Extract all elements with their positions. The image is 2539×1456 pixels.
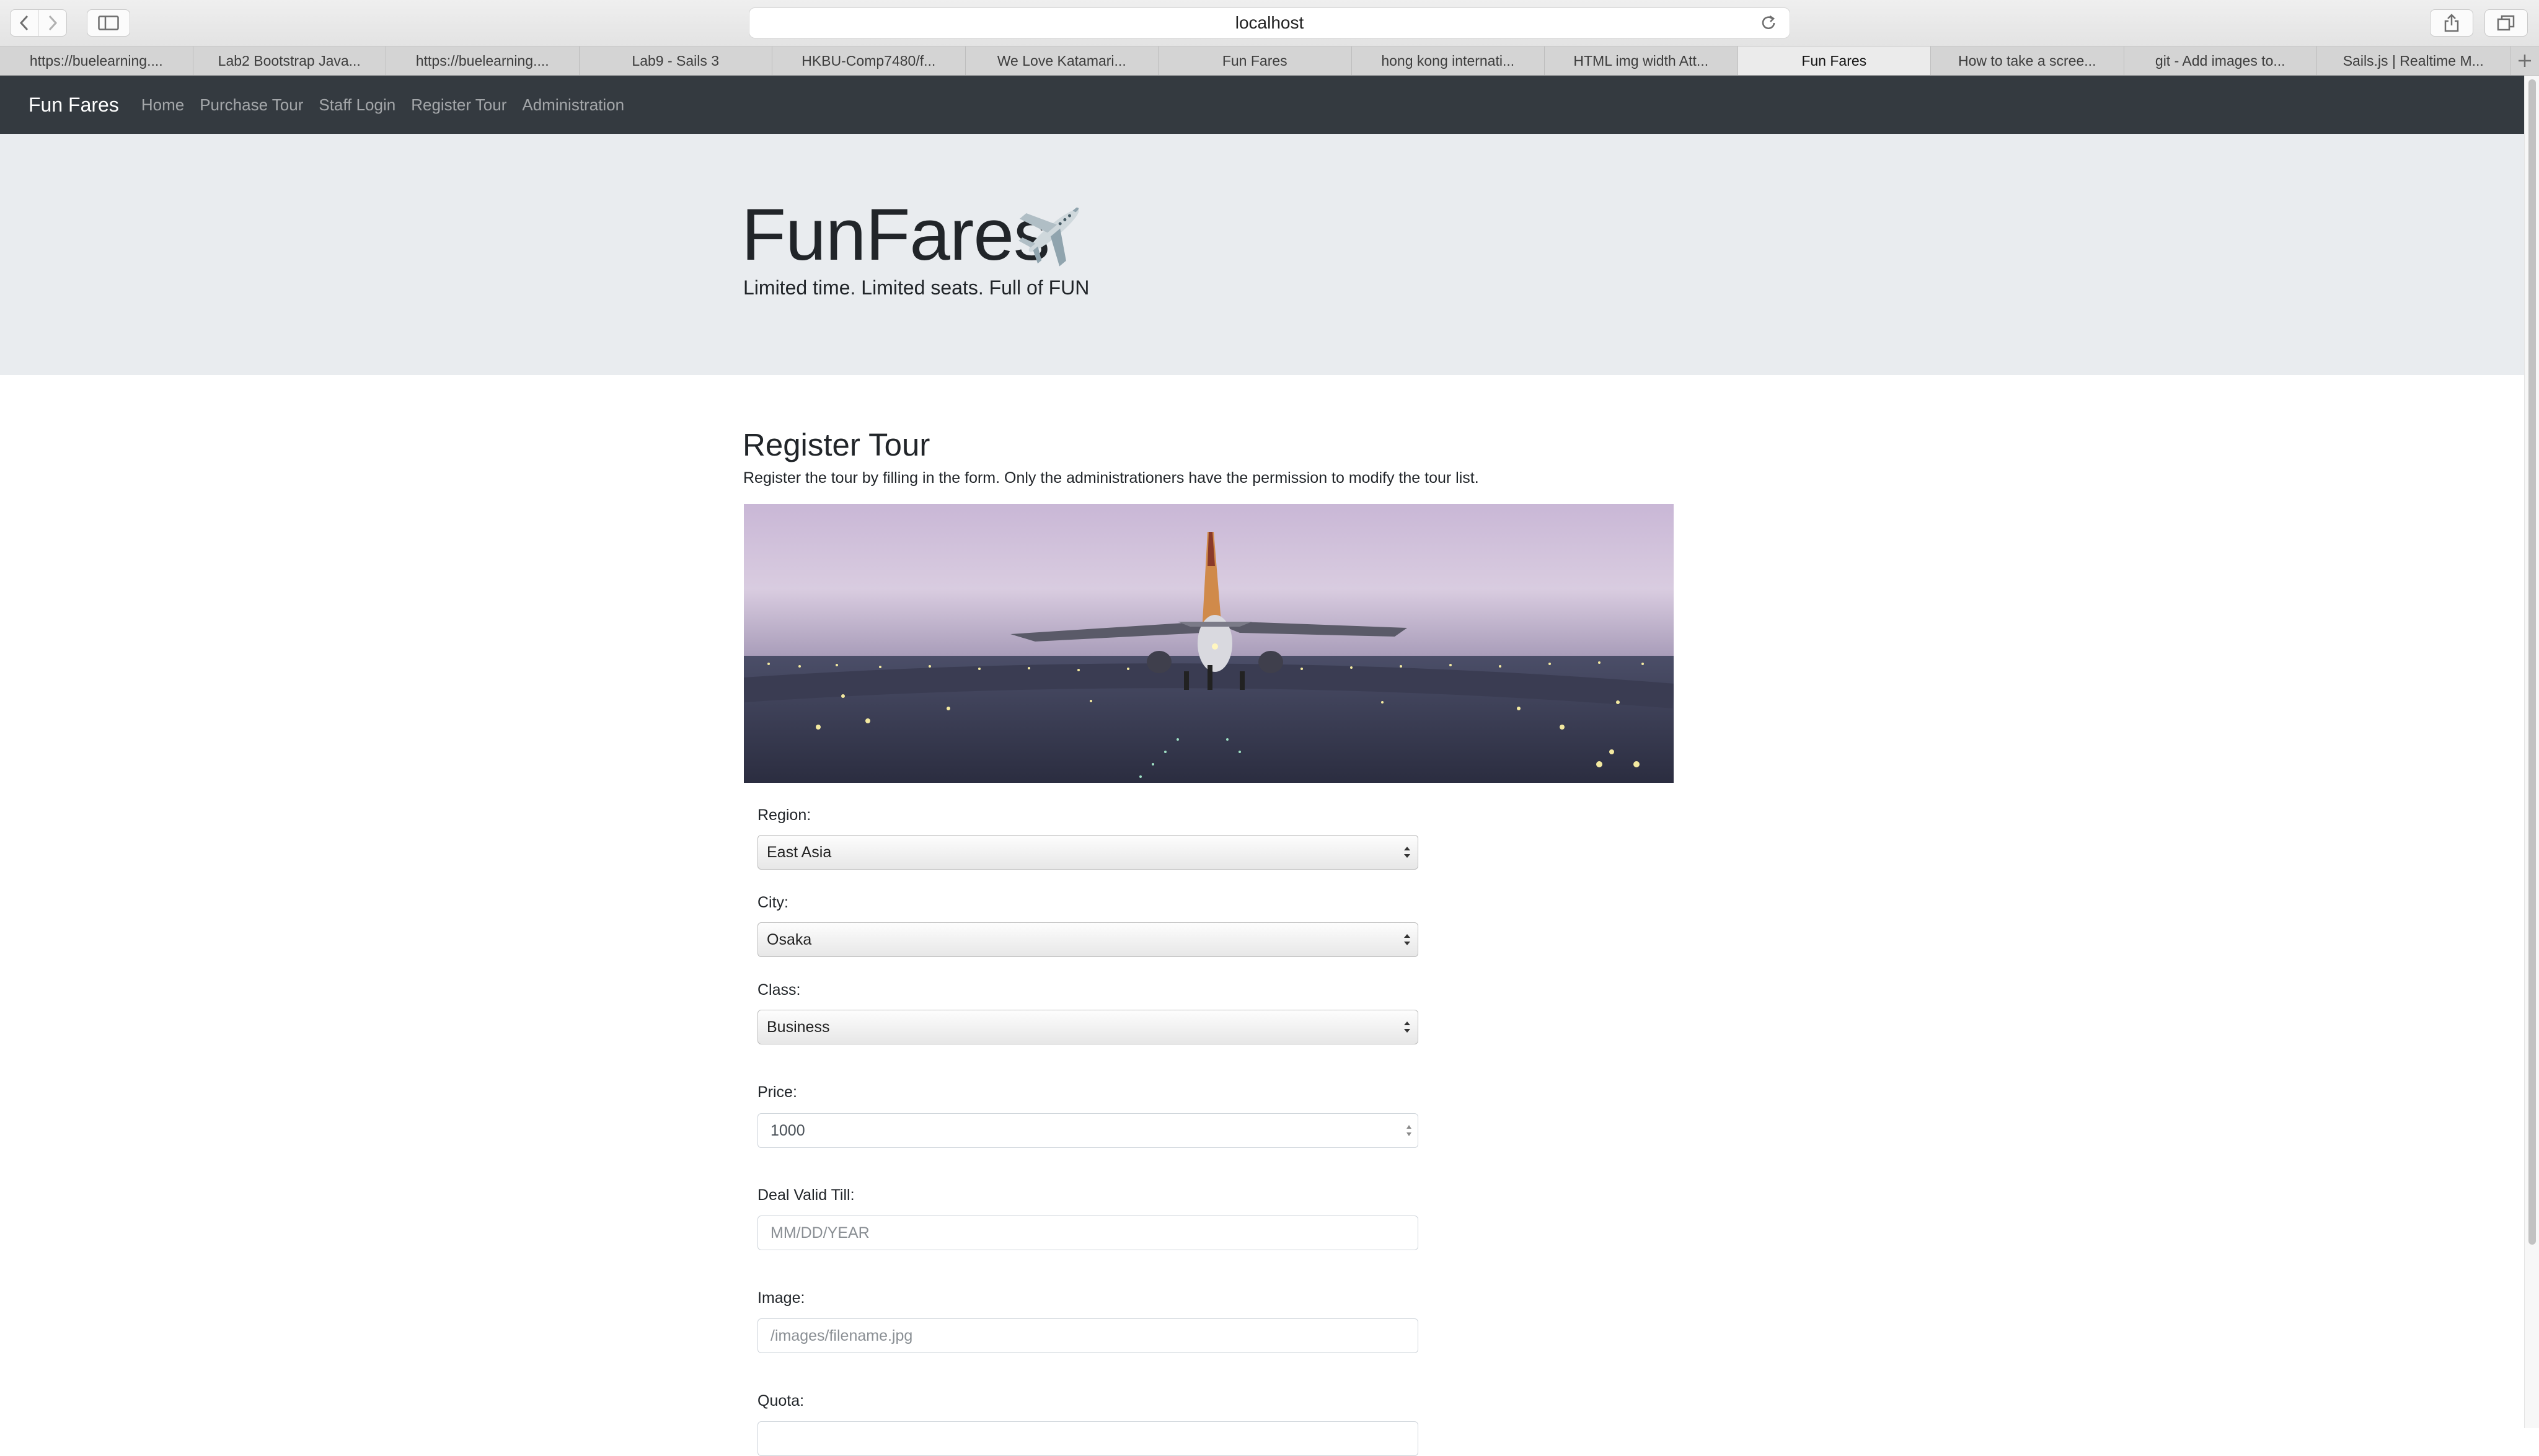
tab-label: git - Add images to... bbox=[2155, 53, 2285, 69]
city-select[interactable]: Osaka bbox=[757, 922, 1418, 957]
city-label: City: bbox=[757, 894, 788, 912]
tab-label: Fun Fares bbox=[1801, 53, 1866, 69]
region-label: Region: bbox=[757, 806, 811, 824]
class-select[interactable]: Business bbox=[757, 1010, 1418, 1044]
address-bar[interactable]: localhost bbox=[749, 7, 1790, 38]
forward-button[interactable] bbox=[38, 9, 67, 37]
tab-label: Sails.js | Realtime M... bbox=[2343, 53, 2484, 69]
select-arrows-icon bbox=[1403, 1019, 1411, 1035]
nav-link-staff-login[interactable]: Staff Login bbox=[319, 95, 395, 115]
site-navbar: Fun Fares Home Purchase Tour Staff Login… bbox=[0, 76, 2524, 134]
browser-toolbar: localhost bbox=[0, 0, 2539, 46]
page-title: Register Tour bbox=[743, 426, 930, 463]
page-scrollbar[interactable] bbox=[2524, 76, 2539, 1428]
tab-label: hong kong internati... bbox=[1381, 53, 1514, 69]
tab-label: We Love Katamari... bbox=[997, 53, 1126, 69]
browser-tab[interactable]: https://buelearning.... bbox=[0, 46, 193, 75]
new-tab-button[interactable] bbox=[2510, 46, 2539, 75]
quota-input[interactable] bbox=[757, 1421, 1418, 1456]
tab-label: Fun Fares bbox=[1222, 53, 1287, 69]
browser-tab-active[interactable]: Fun Fares bbox=[1738, 46, 1932, 75]
browser-tab[interactable]: How to take a scree... bbox=[1931, 46, 2124, 75]
image-path-placeholder: /images/filename.jpg bbox=[771, 1327, 912, 1345]
nav-link-administration[interactable]: Administration bbox=[522, 95, 624, 115]
jumbotron: FunFares Limited time. Limited seats. Fu… bbox=[0, 134, 2524, 375]
browser-tab[interactable]: https://buelearning.... bbox=[386, 46, 580, 75]
image-path-input[interactable]: /images/filename.jpg bbox=[757, 1318, 1418, 1353]
nav-link-register-tour[interactable]: Register Tour bbox=[411, 95, 506, 115]
browser-tab[interactable]: We Love Katamari... bbox=[966, 46, 1159, 75]
airplane-icon bbox=[1017, 193, 1091, 268]
back-button[interactable] bbox=[10, 9, 38, 37]
hero-subtitle: Limited time. Limited seats. Full of FUN bbox=[743, 276, 1089, 299]
tabs-overview-button[interactable] bbox=[2484, 9, 2528, 37]
nav-link-purchase-tour[interactable]: Purchase Tour bbox=[200, 95, 303, 115]
share-icon bbox=[2443, 13, 2460, 33]
back-arrow-icon bbox=[18, 14, 30, 32]
tab-bar: https://buelearning.... Lab2 Bootstrap J… bbox=[0, 46, 2539, 76]
class-label: Class: bbox=[757, 981, 800, 999]
tab-label: https://buelearning.... bbox=[30, 53, 163, 69]
number-spinner-icon[interactable] bbox=[1405, 1121, 1413, 1140]
city-value: Osaka bbox=[767, 931, 811, 949]
deal-valid-till-input[interactable]: MM/DD/YEAR bbox=[757, 1216, 1418, 1250]
tab-label: HTML img width Att... bbox=[1573, 53, 1708, 69]
browser-tab[interactable]: Sails.js | Realtime M... bbox=[2317, 46, 2510, 75]
nav-link-home[interactable]: Home bbox=[141, 95, 184, 115]
reload-icon[interactable] bbox=[1759, 13, 1778, 33]
tabs-overview-icon bbox=[2497, 14, 2515, 32]
sidebar-button[interactable] bbox=[87, 9, 130, 37]
address-text: localhost bbox=[1235, 13, 1304, 33]
browser-tab[interactable]: HTML img width Att... bbox=[1545, 46, 1738, 75]
price-input[interactable]: 1000 bbox=[757, 1113, 1418, 1148]
tab-label: https://buelearning.... bbox=[416, 53, 549, 69]
select-arrows-icon bbox=[1403, 932, 1411, 948]
quota-label: Quota: bbox=[757, 1392, 804, 1410]
hero-title: FunFares bbox=[741, 193, 1049, 277]
navbar-brand[interactable]: Fun Fares bbox=[29, 94, 119, 117]
browser-tab[interactable]: git - Add images to... bbox=[2124, 46, 2318, 75]
share-button[interactable] bbox=[2430, 9, 2473, 37]
browser-tab[interactable]: HKBU-Comp7480/f... bbox=[772, 46, 966, 75]
deal-valid-till-label: Deal Valid Till: bbox=[757, 1186, 855, 1204]
tab-label: How to take a scree... bbox=[1958, 53, 2096, 69]
tab-label: Lab2 Bootstrap Java... bbox=[218, 53, 361, 69]
select-arrows-icon bbox=[1403, 844, 1411, 860]
deal-valid-till-placeholder: MM/DD/YEAR bbox=[771, 1224, 870, 1242]
price-value: 1000 bbox=[771, 1122, 805, 1140]
class-value: Business bbox=[767, 1018, 829, 1036]
airplane-runway-image bbox=[744, 504, 1674, 783]
page-description: Register the tour by filling in the form… bbox=[743, 469, 1479, 487]
scrollbar-thumb[interactable] bbox=[2528, 79, 2536, 1245]
browser-tab[interactable]: hong kong internati... bbox=[1352, 46, 1545, 75]
region-select[interactable]: East Asia bbox=[757, 835, 1418, 870]
plus-icon bbox=[2517, 53, 2532, 68]
image-label: Image: bbox=[757, 1289, 805, 1307]
tab-label: Lab9 - Sails 3 bbox=[632, 53, 719, 69]
tab-label: HKBU-Comp7480/f... bbox=[801, 53, 935, 69]
browser-tab[interactable]: Lab2 Bootstrap Java... bbox=[193, 46, 387, 75]
sidebar-icon bbox=[98, 15, 119, 30]
browser-tab[interactable]: Fun Fares bbox=[1159, 46, 1352, 75]
region-value: East Asia bbox=[767, 844, 831, 862]
browser-tab[interactable]: Lab9 - Sails 3 bbox=[580, 46, 773, 75]
price-label: Price: bbox=[757, 1083, 797, 1101]
forward-arrow-icon bbox=[46, 14, 59, 32]
